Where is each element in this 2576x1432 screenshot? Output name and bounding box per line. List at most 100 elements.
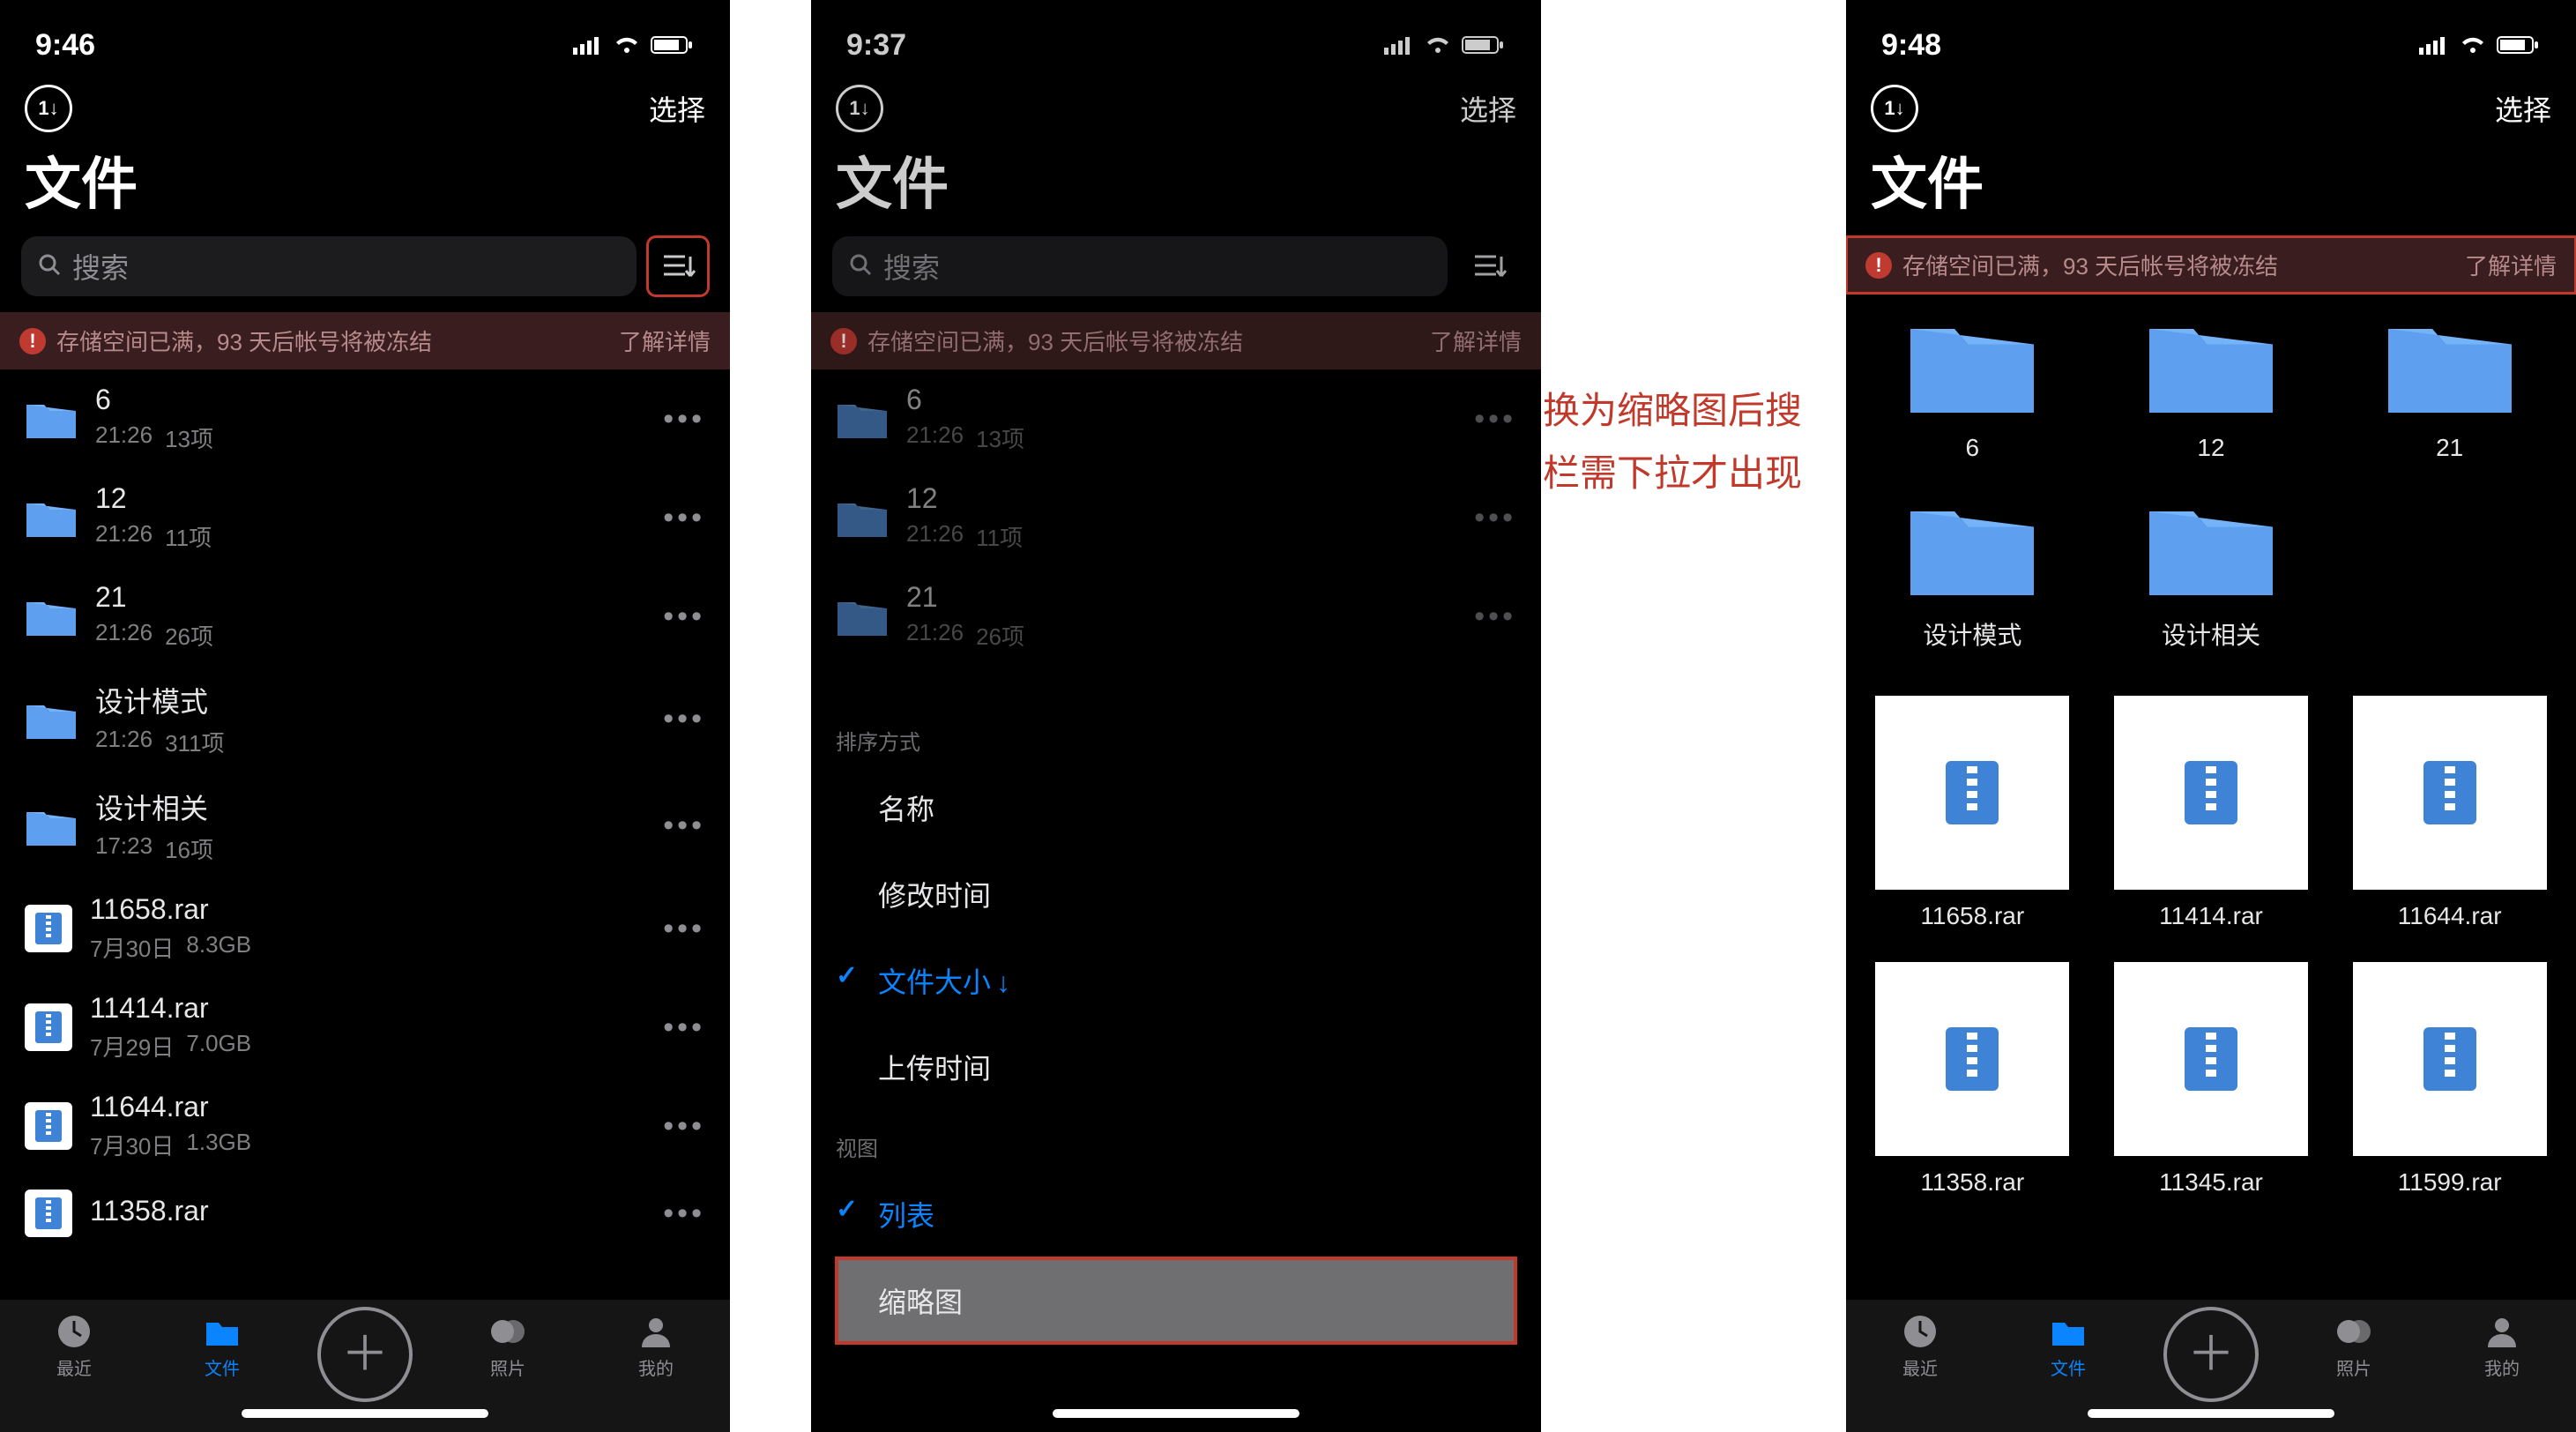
folder-icon <box>25 595 78 638</box>
file-tile[interactable]: 11658.rar <box>1867 696 2078 930</box>
folder-tile[interactable]: 设计相关 <box>2106 494 2317 652</box>
file-tile[interactable]: 11345.rar <box>2106 962 2317 1197</box>
screenshot-1: 9:46 1↓ 选择 文件 搜索 ! 存储空间已满，93 天后帐号 <box>0 0 730 1432</box>
file-tile[interactable]: 11644.rar <box>2344 696 2555 930</box>
file-tile[interactable]: 11414.rar <box>2106 696 2317 930</box>
rar-file-icon <box>25 1102 72 1150</box>
more-icon[interactable]: ••• <box>663 702 705 736</box>
file-meta-text: 7月30日1.3GB <box>90 1129 645 1161</box>
list-item[interactable]: 12 21:2611项 ••• <box>0 468 730 567</box>
folder-icon <box>25 805 78 847</box>
sort-option[interactable]: 上传时间 <box>811 1024 1541 1110</box>
folder-icon <box>1906 311 2038 421</box>
tab-files[interactable]: 文件 <box>2015 1312 2121 1380</box>
more-icon[interactable]: ••• <box>663 809 705 843</box>
banner-link[interactable]: 了解详情 <box>619 324 711 357</box>
screenshot-2: 9:37 1↓ 选择 文件 搜索 ! 存储空间已满，93 天后帐号 <box>811 0 1541 1432</box>
file-name: 11414.rar <box>90 992 645 1025</box>
header-row: 1↓ 选择 <box>0 71 730 139</box>
search-row: 搜索 <box>0 236 730 312</box>
sort-option[interactable]: 文件大小↓ <box>811 937 1541 1024</box>
folder-icon <box>2145 494 2277 604</box>
list-item[interactable]: 设计模式21:26311项••• <box>0 666 730 772</box>
file-name: 11658.rar <box>90 893 645 926</box>
file-name: 11658.rar <box>1920 902 2024 930</box>
list-item[interactable]: 11644.rar 7月30日1.3GB ••• <box>0 1077 730 1175</box>
select-button[interactable]: 选择 <box>2495 88 2551 129</box>
file-grid[interactable]: 61221 设计模式 设计相关 11658.rar 11414.rar 11644.ra… <box>1846 294 2576 1214</box>
more-icon[interactable]: ••• <box>663 600 705 634</box>
tab-recent[interactable]: 最近 <box>21 1312 127 1380</box>
folder-tile[interactable]: 12 <box>2106 311 2317 462</box>
sort-view-menu: 排序方式 名称修改时间文件大小↓上传时间 视图 列表缩略图 <box>811 704 1541 1344</box>
file-meta-text: 21:2626项 <box>95 619 645 652</box>
more-icon[interactable]: ••• <box>663 1011 705 1045</box>
banner-text: 存储空间已满，93 天后帐号将被冻结 <box>1902 249 2278 281</box>
header-row: 1↓ 选择 <box>1846 71 2576 139</box>
status-indicators <box>2419 35 2541 55</box>
wifi-icon <box>2460 35 2486 55</box>
search-input[interactable]: 搜索 <box>21 236 637 296</box>
file-meta-text: 7月29日7.0GB <box>90 1030 645 1063</box>
tab-recent[interactable]: 最近 <box>1867 1312 1973 1380</box>
tab-photos[interactable]: 照片 <box>455 1312 561 1380</box>
list-item[interactable]: 设计相关17:2316项••• <box>0 772 730 879</box>
view-option[interactable]: 缩略图 <box>836 1257 1516 1344</box>
folder-icon <box>2384 311 2516 421</box>
list-item[interactable]: 11414.rar 7月29日7.0GB ••• <box>0 978 730 1077</box>
status-time: 9:46 <box>35 28 95 63</box>
sort-option[interactable]: 名称 <box>811 764 1541 851</box>
list-item[interactable]: 11358.rar••• <box>0 1175 730 1251</box>
file-list[interactable]: 621:2613项•••1221:2611项•••2121:2626项•••设计… <box>0 369 730 1251</box>
banner-text: 存储空间已满，93 天后帐号将被冻结 <box>56 324 432 357</box>
folder-icon <box>2145 311 2277 421</box>
home-indicator[interactable] <box>242 1409 488 1418</box>
sort-option[interactable]: 修改时间 <box>811 851 1541 937</box>
status-bar: 9:48 <box>1846 0 2576 71</box>
storage-warning-banner[interactable]: ! 存储空间已满，93 天后帐号将被冻结 了解详情 <box>0 312 730 369</box>
tab-photos[interactable]: 照片 <box>2301 1312 2407 1380</box>
folder-tile[interactable]: 21 <box>2344 311 2555 462</box>
folder-tile[interactable]: 设计模式 <box>1867 494 2078 652</box>
home-indicator[interactable] <box>1053 1409 1299 1418</box>
more-icon[interactable]: ••• <box>663 1197 705 1231</box>
more-icon[interactable]: ••• <box>663 1109 705 1144</box>
folder-icon <box>25 398 78 440</box>
view-toggle-button[interactable] <box>647 236 709 296</box>
list-item[interactable]: 11658.rar7月30日8.3GB••• <box>0 879 730 978</box>
file-name: 12 <box>95 482 645 515</box>
file-name: 11414.rar <box>2159 902 2263 930</box>
add-button[interactable]: ＋ <box>317 1307 413 1402</box>
file-tile[interactable]: 11599.rar <box>2344 962 2555 1197</box>
more-icon[interactable]: ••• <box>663 501 705 535</box>
home-indicator[interactable] <box>2088 1409 2334 1418</box>
rar-file-icon <box>1875 696 2069 890</box>
file-name: 11644.rar <box>90 1091 645 1123</box>
more-icon[interactable]: ••• <box>663 402 705 436</box>
folder-icon <box>25 496 78 539</box>
file-meta-text: 21:2611项 <box>95 520 645 553</box>
select-button[interactable]: 选择 <box>649 88 705 129</box>
add-button[interactable]: ＋ <box>2163 1307 2259 1402</box>
tab-mine[interactable]: 我的 <box>603 1312 709 1380</box>
file-name: 11358.rar <box>1920 1168 2024 1197</box>
list-item[interactable]: 621:2613项••• <box>0 369 730 468</box>
storage-warning-banner[interactable]: ! 存储空间已满，93 天后帐号将被冻结 了解详情 <box>1846 236 2576 294</box>
list-item[interactable]: 2121:2626项••• <box>0 567 730 666</box>
app-logo-icon[interactable]: 1↓ <box>25 85 72 132</box>
folder-tile[interactable]: 6 <box>1867 311 2078 462</box>
banner-link[interactable]: 了解详情 <box>2465 249 2557 281</box>
view-option[interactable]: 列表 <box>811 1171 1541 1257</box>
status-time: 9:48 <box>1881 28 1941 63</box>
more-icon[interactable]: ••• <box>663 912 705 946</box>
file-name: 设计模式 <box>1923 616 2021 652</box>
annotation-text: 切换为缩略图后搜索栏需下拉才出现 <box>1506 379 1823 505</box>
tab-mine[interactable]: 我的 <box>2449 1312 2555 1380</box>
rar-file-icon <box>2353 696 2547 890</box>
tab-files[interactable]: 文件 <box>169 1312 275 1380</box>
file-tile[interactable]: 11358.rar <box>1867 962 2078 1197</box>
app-logo-icon[interactable]: 1↓ <box>1871 85 1918 132</box>
rar-file-icon <box>25 905 72 952</box>
rar-file-icon <box>25 1003 72 1051</box>
file-name: 11345.rar <box>2159 1168 2263 1197</box>
